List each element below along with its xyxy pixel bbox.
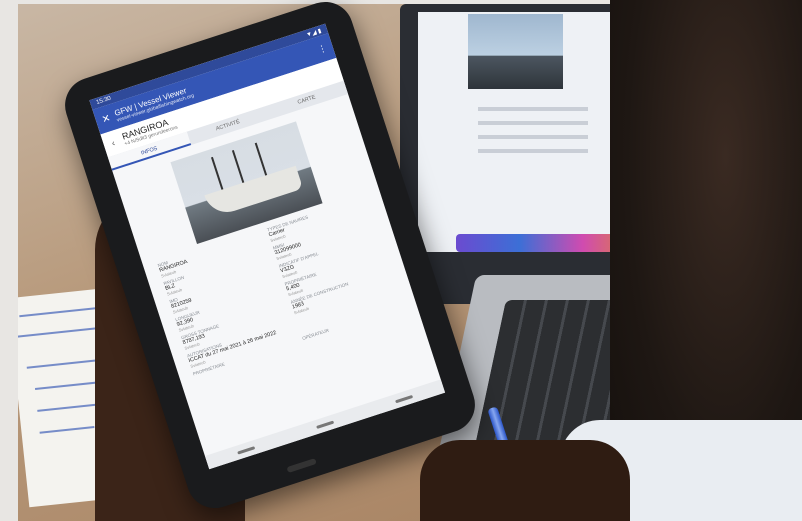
nav-back-button[interactable]	[394, 394, 413, 403]
ship-mast	[254, 142, 269, 180]
ship-mast	[210, 156, 225, 194]
photo-scene: 15:30 ▼◢ ▮ ✕ GFW | Vessel Viewer vessel-…	[0, 0, 802, 521]
hardware-home-button[interactable]	[286, 458, 317, 474]
ship-mast	[231, 150, 246, 187]
system-nav-bar	[204, 379, 446, 470]
frame-left	[0, 0, 18, 521]
laptop-text-lines	[478, 107, 588, 163]
vessel-fields: NOM RANGIROA Svlateub TYPES DE NAVIRES Carr…	[144, 191, 417, 381]
right-hand	[420, 440, 630, 521]
ship-hull	[204, 165, 304, 219]
laptop-ship-photo	[468, 14, 563, 89]
handwriting-line	[39, 426, 95, 434]
nav-recents-button[interactable]	[237, 445, 256, 455]
nav-home-button[interactable]	[315, 420, 335, 429]
handwriting-line	[37, 403, 98, 412]
